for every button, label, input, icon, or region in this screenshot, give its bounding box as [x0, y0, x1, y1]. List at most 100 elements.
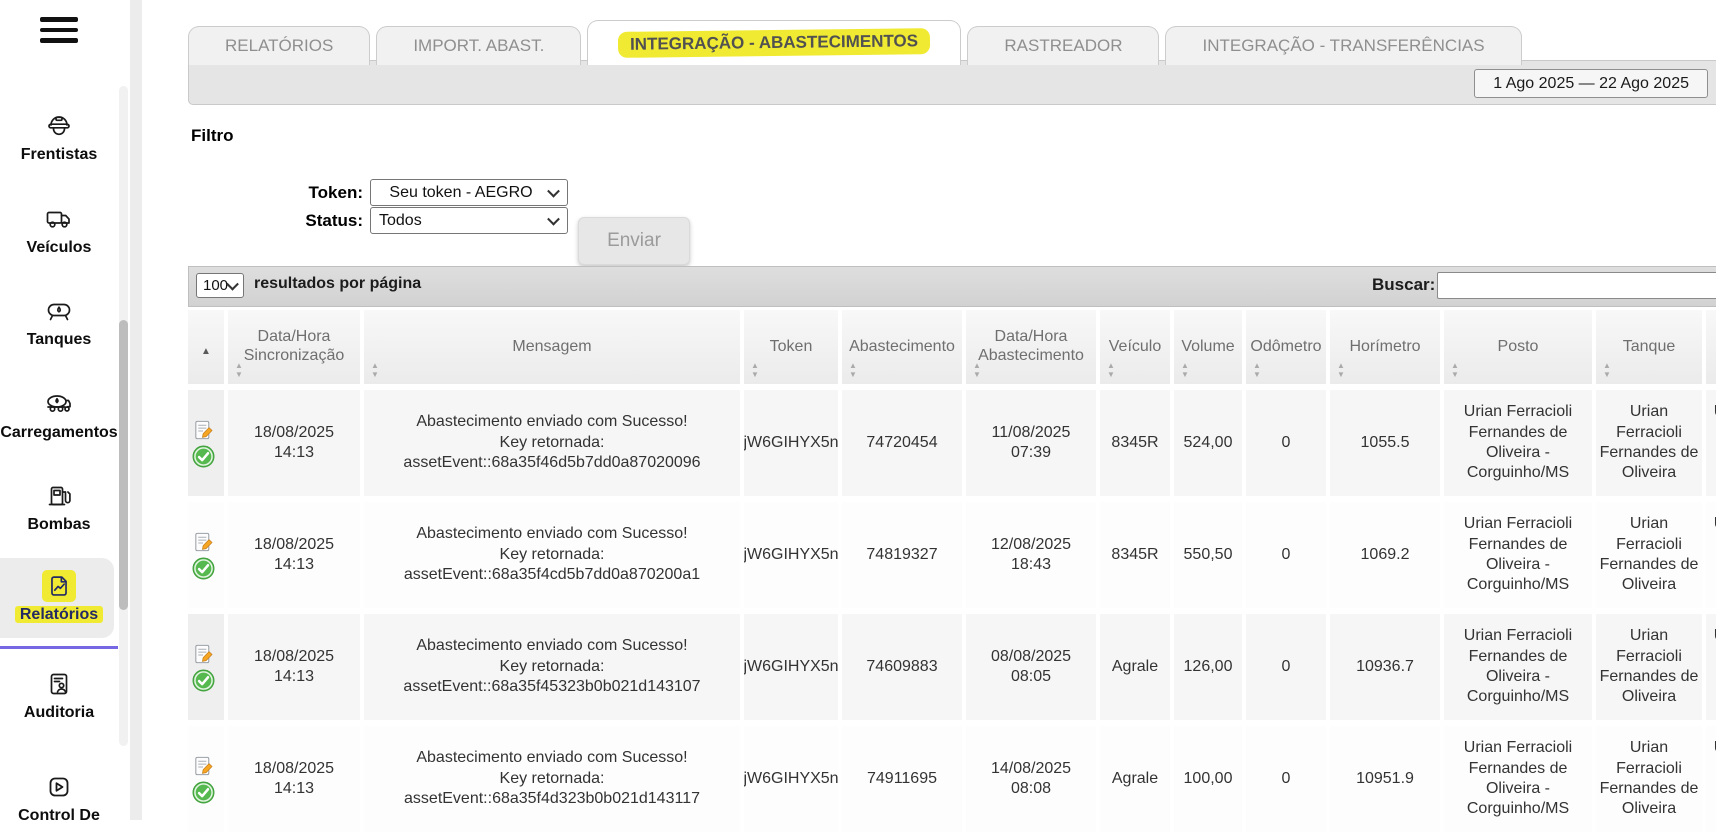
sidebar-item-tanques[interactable]: Tanques [0, 295, 118, 349]
supply-datetime-line: 12/08/2025 [991, 535, 1071, 555]
supply-datetime-line: 08/08/2025 [991, 647, 1071, 667]
cell-vehicle: 8345R [1100, 502, 1170, 608]
token-label: Token: [233, 183, 363, 203]
column-header-token[interactable]: Token▲▼ [744, 310, 838, 384]
message-line: assetEvent::68a35f4d323b0b021d143117 [404, 789, 700, 809]
column-header-station[interactable]: Posto▲▼ [1444, 310, 1592, 384]
success-check-icon [192, 557, 215, 580]
edit-note-icon[interactable] [192, 531, 215, 554]
column-header-row-icons[interactable]: ▲ [188, 310, 224, 384]
token-select[interactable]: Seu token - AEGRO [370, 179, 568, 206]
sidebar-item-label: Carregamentos [0, 424, 117, 442]
page-size-select[interactable]: 100 [196, 273, 244, 298]
cell-volume: 524,00 [1174, 390, 1242, 496]
enviar-button[interactable]: Enviar [578, 217, 690, 265]
sidebar-item-relatorios[interactable]: Relatórios [0, 570, 118, 624]
sidebar-item-label: Relatórios [15, 606, 103, 624]
column-header-supply-id[interactable]: Abastecimento▲▼ [842, 310, 962, 384]
cell-token: jW6GIHYX5n [744, 502, 838, 608]
sidebar-item-auditoria[interactable]: Auditoria [0, 668, 118, 722]
play-icon [43, 771, 75, 803]
sort-icons: ▲▼ [1337, 362, 1345, 379]
sort-icons: ▲▼ [849, 362, 857, 379]
edit-note-icon[interactable] [192, 755, 215, 778]
cell-sync-datetime: 18/08/202514:13 [228, 390, 360, 496]
column-header-extra[interactable] [1706, 310, 1716, 384]
tab-integracao-transferencias[interactable]: INTEGRAÇÃO - TRANSFERÊNCIAS [1165, 26, 1521, 65]
truck-icon [43, 203, 75, 235]
column-header-sync-datetime[interactable]: Data/Hora Sincronização▲▼ [228, 310, 360, 384]
column-header-volume[interactable]: Volume▲▼ [1174, 310, 1242, 384]
column-header-label: Veículo [1105, 338, 1165, 357]
sort-icons: ▲▼ [371, 362, 379, 379]
report-icon [42, 570, 76, 602]
column-header-label: Posto [1494, 338, 1543, 357]
sidebar-item-control-de[interactable]: Control De [0, 771, 118, 825]
cell-odometer: 0 [1246, 502, 1326, 608]
tab-relatorios[interactable]: RELATÓRIOS [188, 26, 370, 65]
edit-note-icon[interactable] [192, 643, 215, 666]
message-line: Abastecimento enviado com Sucesso! [416, 748, 687, 768]
date-range-button[interactable]: 1 Ago 2025 — 22 Ago 2025 [1474, 69, 1708, 98]
cell-sync-datetime: 18/08/202514:13 [228, 726, 360, 832]
sidebar-item-label: Tanques [27, 331, 92, 349]
table-body: 18/08/202514:13Abastecimento enviado com… [188, 390, 1716, 832]
cell-row-icons [188, 502, 224, 608]
cell-message: Abastecimento enviado com Sucesso!Key re… [364, 502, 740, 608]
sync-datetime-line: 14:13 [274, 667, 314, 687]
cell-token: jW6GIHYX5n [744, 390, 838, 496]
sync-datetime-line: 14:13 [274, 443, 314, 463]
sidebar-item-label: Veículos [27, 239, 92, 257]
hamburger-menu-icon[interactable] [40, 17, 78, 43]
success-check-icon [192, 445, 215, 468]
cell-supply-datetime: 08/08/202508:05 [966, 614, 1096, 720]
search-input[interactable] [1437, 272, 1716, 299]
sidebar-item-frentistas[interactable]: Frentistas [0, 110, 118, 164]
supply-datetime-line: 08:08 [1011, 779, 1051, 799]
cell-supply-id: 74609883 [842, 614, 962, 720]
sidebar-item-veiculos[interactable]: Veículos [0, 203, 118, 257]
tab-rastreador[interactable]: RASTREADOR [967, 26, 1159, 65]
column-header-label: Mensagem [508, 338, 595, 357]
tab-integracao-abastecimentos[interactable]: INTEGRAÇÃO - ABASTECIMENTOS [587, 20, 961, 65]
cell-sync-datetime: 18/08/202514:13 [228, 614, 360, 720]
sidebar-scrollbar-thumb[interactable] [119, 320, 128, 610]
status-select[interactable]: Todos [370, 207, 568, 234]
message-line: assetEvent::68a35f4cd5b7dd0a870200a1 [404, 565, 700, 585]
sidebar-item-bombas[interactable]: Bombas [0, 480, 118, 534]
column-header-label: Token [766, 338, 817, 357]
fuel-pump-icon [43, 480, 75, 512]
message-line: assetEvent::68a35f46d5b7dd0a87020096 [403, 453, 700, 473]
column-header-hourmeter[interactable]: Horímetro▲▼ [1330, 310, 1440, 384]
attendant-icon [43, 110, 75, 142]
cell-supply-id: 74819327 [842, 502, 962, 608]
cell-tank: Urian Ferracioli Fernandes de Oliveira [1596, 502, 1702, 608]
cell-message: Abastecimento enviado com Sucesso!Key re… [364, 614, 740, 720]
message-line: Abastecimento enviado com Sucesso! [416, 636, 687, 656]
column-header-supply-datetime[interactable]: Data/Hora Abastecimento▲▼ [966, 310, 1096, 384]
tab-import-abast[interactable]: IMPORT. ABAST. [376, 26, 581, 65]
success-check-icon [192, 781, 215, 804]
cell-message: Abastecimento enviado com Sucesso!Key re… [364, 726, 740, 832]
sidebar-item-carregamentos[interactable]: Carregamentos [0, 388, 118, 442]
edit-note-icon[interactable] [192, 419, 215, 442]
column-header-tank[interactable]: Tanque▲▼ [1596, 310, 1702, 384]
sort-icons: ▲▼ [1603, 362, 1611, 379]
sync-datetime-line: 14:13 [274, 555, 314, 575]
supply-datetime-line: 08:05 [1011, 667, 1051, 687]
cell-supply-datetime: 11/08/202507:39 [966, 390, 1096, 496]
cell-row-icons [188, 390, 224, 496]
supply-datetime-line: 14/08/2025 [991, 759, 1071, 779]
cell-station: Urian Ferracioli Fernandes de Oliveira -… [1444, 502, 1592, 608]
cell-vehicle: Agrale [1100, 726, 1170, 832]
page-size-suffix: resultados por página [254, 275, 421, 293]
cell-station: Urian Ferracioli Fernandes de Oliveira -… [1444, 726, 1592, 832]
column-header-vehicle[interactable]: Veículo ▲▼ [1100, 310, 1170, 384]
sync-datetime-line: 14:13 [274, 779, 314, 799]
cell-extra: Urian Ferracioli Fernandes de Oliveira -… [1706, 726, 1716, 832]
column-header-odometer[interactable]: Odômetro▲▼ [1246, 310, 1326, 384]
sidebar-item-label: Frentistas [21, 146, 97, 164]
column-header-message[interactable]: Mensagem ▲▼ [364, 310, 740, 384]
sort-icons: ▲▼ [1107, 362, 1115, 379]
cell-row-icons [188, 614, 224, 720]
